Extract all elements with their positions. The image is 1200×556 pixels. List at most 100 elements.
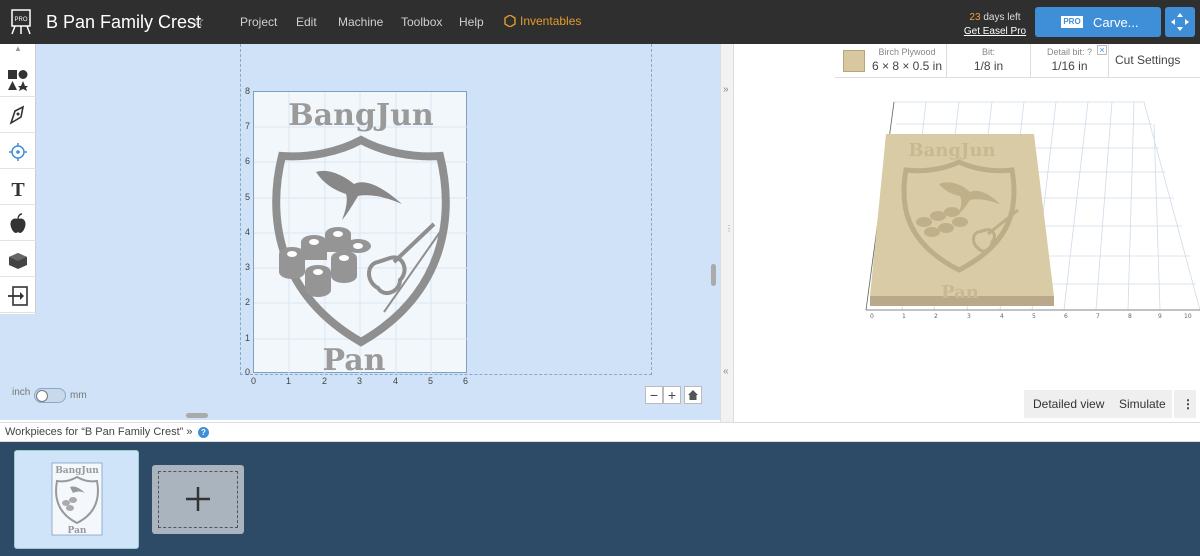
thumb-bottom-text: Pan	[68, 526, 87, 536]
zoom-in-button[interactable]: +	[663, 386, 681, 404]
add-workpiece-button[interactable]	[152, 465, 244, 534]
carve-button[interactable]: PRO Carve...	[1035, 7, 1161, 37]
close-detail-bit-icon[interactable]: ×	[1097, 45, 1107, 55]
menu-help[interactable]: Help	[459, 15, 484, 29]
x-tick: 4	[393, 376, 399, 386]
preview-controls: Detailed view Simulate	[1024, 390, 1172, 418]
icon-library-tool[interactable]	[0, 206, 36, 241]
menu-machine[interactable]: Machine	[338, 15, 383, 29]
preview-x-tick: 7	[1096, 313, 1100, 320]
apps-tool[interactable]	[0, 242, 36, 277]
x-tick: 3	[357, 376, 363, 386]
menu-edit[interactable]: Edit	[296, 15, 317, 29]
workpiece-preview: BangJun Pan	[51, 462, 103, 536]
svg-text:Pan: Pan	[941, 282, 979, 303]
y-tick: 1	[245, 333, 251, 343]
expand-left-icon[interactable]: «	[723, 366, 729, 377]
svg-text:PRO: PRO	[14, 17, 27, 23]
apple-icon	[10, 213, 26, 233]
import-icon	[8, 286, 28, 306]
y-tick: 6	[245, 156, 251, 166]
home-icon	[688, 390, 698, 400]
collapse-toolbar-icon[interactable]: ▲	[0, 44, 36, 58]
shapes-icon	[8, 70, 28, 91]
y-tick: 4	[245, 227, 251, 237]
pane-divider[interactable]: » ⋮ «	[720, 44, 734, 422]
cut-settings-button[interactable]: Cut Settings	[1115, 53, 1180, 67]
pen-icon	[9, 105, 25, 125]
carve-label: Carve...	[1093, 15, 1139, 30]
zoom-out-button[interactable]: −	[645, 386, 663, 404]
shapes-tool[interactable]	[0, 62, 36, 97]
material-size: 6 × 8 × 0.5 in	[871, 59, 943, 73]
import-tool[interactable]	[0, 278, 36, 313]
material-swatch	[843, 50, 865, 72]
expand-preview-button[interactable]	[1165, 7, 1195, 37]
preview-x-tick: 8	[1128, 313, 1132, 320]
toggle-knob	[36, 390, 48, 402]
bit-value: 1/8 in	[973, 59, 1004, 73]
3d-preview[interactable]: BangJun Pan 0 1 2 3 4 5 6 7 8 9 10	[734, 44, 1200, 344]
preview-x-tick: 10	[1184, 313, 1192, 320]
drag-handle-icon[interactable]: ⋮	[725, 224, 733, 233]
y-tick: 5	[245, 192, 251, 202]
x-tick: 6	[463, 376, 469, 386]
expand-right-icon[interactable]: »	[723, 84, 729, 95]
pen-tool[interactable]	[0, 98, 36, 133]
inventables-link[interactable]: Inventables	[504, 14, 581, 28]
help-icon: ?	[1087, 47, 1093, 57]
vertical-scrollbar[interactable]	[711, 264, 716, 286]
more-options-button[interactable]: ⋮	[1174, 390, 1196, 418]
material-selector[interactable]: Birch Plywood 6 × 8 × 0.5 in	[835, 44, 947, 78]
preview-x-tick: 6	[1064, 313, 1068, 320]
workpieces-label[interactable]: Workpieces for “B Pan Family Crest” »	[5, 426, 192, 438]
workpiece-thumbnail[interactable]: BangJun Pan	[14, 450, 139, 549]
design-top-text[interactable]: BangJun	[288, 98, 434, 133]
detailed-view-button[interactable]: Detailed view	[1033, 397, 1104, 411]
y-tick: 0	[245, 367, 251, 377]
help-icon[interactable]: ?	[198, 427, 209, 438]
preview-x-tick: 2	[934, 313, 938, 320]
preview-x-tick: 3	[967, 313, 971, 320]
x-tick: 2	[322, 376, 328, 386]
workpieces-bar: Workpieces for “B Pan Family Crest” » ?	[0, 422, 1200, 442]
material-workpiece[interactable]: BangJun Pan	[253, 91, 468, 378]
plus-icon	[186, 487, 210, 511]
pro-badge: PRO	[1061, 16, 1083, 28]
y-tick: 7	[245, 121, 251, 131]
3d-preview-pane[interactable]: BangJun Pan 0 1 2 3 4 5 6 7 8 9 10	[734, 44, 1200, 422]
thumb-top-text: BangJun	[55, 466, 99, 476]
box-icon	[9, 253, 27, 269]
menu-project[interactable]: Project	[240, 15, 277, 29]
preview-x-tick: 0	[870, 313, 874, 320]
favorite-star-icon[interactable]: ☆	[192, 13, 205, 30]
preview-x-tick: 9	[1158, 313, 1162, 320]
trial-days: 23	[969, 12, 981, 23]
y-tick: 8	[245, 86, 251, 96]
x-tick: 0	[251, 376, 257, 386]
get-easel-pro-link[interactable]: Get Easel Pro	[960, 25, 1030, 39]
project-title[interactable]: B Pan Family Crest	[46, 12, 201, 33]
unit-toggle-switch[interactable]	[34, 388, 66, 403]
simulate-button[interactable]: Simulate	[1119, 397, 1166, 411]
horizontal-scrollbar[interactable]	[186, 413, 208, 418]
easel-pro-logo-icon[interactable]: PRO	[10, 9, 32, 35]
y-tick: 3	[245, 262, 251, 272]
material-name: Birch Plywood	[878, 47, 936, 57]
svg-text:T: T	[11, 179, 25, 199]
home-view-button[interactable]	[684, 386, 702, 404]
x-tick: 5	[428, 376, 434, 386]
design-bottom-text[interactable]: Pan	[322, 343, 385, 378]
text-tool[interactable]: T	[0, 170, 36, 205]
trial-info: 23 days left Get Easel Pro	[960, 11, 1030, 39]
inventables-label: Inventables	[520, 14, 582, 28]
bit-label: Bit:	[981, 47, 995, 57]
double-chevron-down-icon: »	[186, 426, 193, 438]
preview-x-tick: 5	[1032, 313, 1036, 320]
target-tool[interactable]	[0, 134, 36, 169]
text-icon: T	[11, 179, 25, 199]
preview-x-tick: 4	[1000, 313, 1004, 320]
bit-selector[interactable]: Bit: 1/8 in	[947, 44, 1031, 78]
menu-toolbox[interactable]: Toolbox	[401, 15, 442, 29]
design-artwork[interactable]: BangJun Pan	[254, 92, 468, 378]
